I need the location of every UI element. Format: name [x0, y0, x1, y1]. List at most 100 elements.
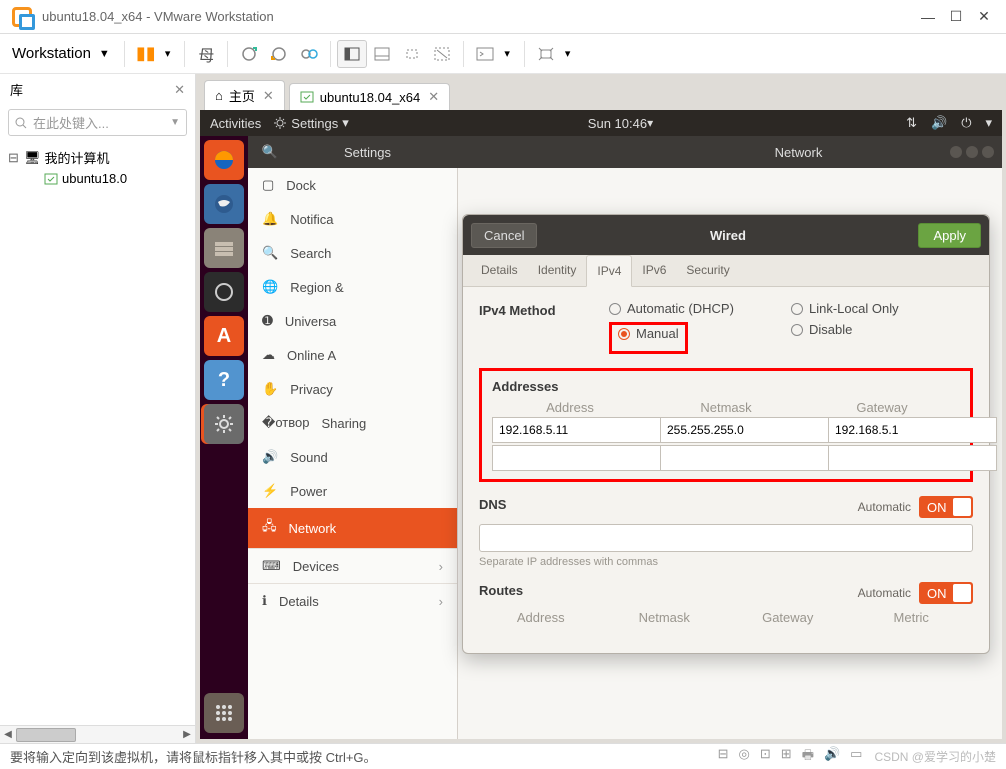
amazon-icon[interactable]: A [204, 316, 244, 356]
netmask-input[interactable] [661, 417, 829, 443]
info-icon: ℹ [262, 593, 267, 609]
apply-button[interactable]: Apply [918, 223, 981, 248]
activities-button[interactable]: Activities [210, 116, 261, 131]
stretch-button[interactable] [531, 40, 561, 68]
sidebar-item-universal[interactable]: ➊Universa [248, 304, 457, 338]
files-icon[interactable] [204, 228, 244, 268]
cancel-button[interactable]: Cancel [471, 223, 537, 248]
network-icon: 🖧 [262, 517, 277, 539]
sidebar-item-dock[interactable]: ▢Dock [248, 168, 457, 202]
netmask-input[interactable] [661, 445, 829, 471]
h-scrollbar[interactable]: ◀▶ [0, 725, 195, 743]
sidebar-item-sound[interactable]: 🔊Sound [248, 440, 457, 474]
sidebar-item-notifications[interactable]: 🔔Notifica [248, 202, 457, 236]
routes-section: Routes Automatic ON Address Netmask [479, 582, 973, 625]
sidebar-item-privacy[interactable]: ✋Privacy [248, 372, 457, 406]
sidebar-item-power[interactable]: ⚡Power [248, 474, 457, 508]
sidebar-item-details[interactable]: ℹDetails› [248, 583, 457, 618]
maximize-button[interactable]: ☐ [942, 8, 970, 25]
gnome-topbar: Activities Settings ▾ Sun 10:46 ▾ ⇅ 🔊 ⏻ … [200, 110, 1002, 136]
statusbar: 要将输入定向到该虚拟机，请将鼠标指针移入其中或按 Ctrl+G。 ⊟ ◎ ⊡ ⊞… [0, 743, 1006, 769]
dropdown-icon[interactable]: ▾ [165, 47, 171, 60]
tab-ipv6[interactable]: IPv6 [632, 255, 676, 286]
volume-tray-icon[interactable]: 🔊 [931, 115, 947, 131]
thunderbird-icon[interactable] [204, 184, 244, 224]
vmware-logo-icon [12, 7, 32, 27]
tab-vm[interactable]: ubuntu18.04_x64 ✕ [289, 83, 450, 110]
sidebar-item-search[interactable]: 🔍Search [248, 236, 457, 270]
tab-ipv4[interactable]: IPv4 [586, 255, 632, 287]
settings-launcher-icon[interactable] [204, 404, 244, 444]
console-button[interactable] [470, 40, 500, 68]
addresses-title: Addresses [492, 379, 960, 394]
search-button[interactable]: 🔍 [256, 144, 284, 160]
tab-security[interactable]: Security [676, 255, 739, 286]
view-thumb-button[interactable] [367, 40, 397, 68]
dns-section: DNS Automatic ON Separate IP addresses w… [479, 496, 973, 568]
dns-auto-toggle[interactable]: ON [919, 496, 973, 518]
sidebar-item-online[interactable]: ☁Online A [248, 338, 457, 372]
close-tab-icon[interactable]: ✕ [263, 88, 274, 104]
sidebar-item-region[interactable]: 🌐Region & [248, 270, 457, 304]
tab-details[interactable]: Details [471, 255, 528, 286]
radio-automatic[interactable]: Automatic (DHCP) [609, 301, 791, 316]
snapshot-button[interactable]: 母 [191, 40, 221, 68]
tree-root[interactable]: ⊟ 🖥 我的计算机 [4, 146, 191, 169]
routes-auto-label: Automatic [858, 586, 911, 600]
address-input[interactable] [492, 417, 661, 443]
close-button[interactable]: ✕ [970, 8, 998, 25]
hand-icon: ✋ [262, 381, 278, 397]
routes-auto-toggle[interactable]: ON [919, 582, 973, 604]
address-row-empty: ✕ [492, 445, 960, 471]
computer-icon: 🖥 [24, 150, 41, 166]
dropdown-icon[interactable]: ▼ [170, 117, 180, 128]
ipv4-method-label: IPv4 Method [479, 301, 609, 318]
dock: A ? [200, 136, 248, 739]
search-icon: 🔍 [262, 245, 278, 261]
sidebar-item-devices[interactable]: ⌨Devices› [248, 548, 457, 583]
window-min-icon[interactable] [950, 146, 962, 158]
gateway-input[interactable] [829, 445, 997, 471]
library-search[interactable]: 在此处键入... ▼ [8, 109, 187, 136]
dropdown-icon[interactable]: ▼ [99, 48, 110, 60]
radio-disable[interactable]: Disable [791, 322, 973, 337]
workstation-menu[interactable]: Workstation [8, 45, 95, 62]
close-tab-icon[interactable]: ✕ [428, 89, 439, 105]
radio-linklocal[interactable]: Link-Local Only [791, 301, 973, 316]
snap-manage-icon[interactable] [294, 40, 324, 68]
software-icon[interactable] [204, 272, 244, 312]
sidebar-item-sharing[interactable]: �отворSharing [248, 406, 457, 440]
address-input[interactable] [492, 445, 661, 471]
window-title: ubuntu18.04_x64 - VMware Workstation [42, 9, 274, 24]
pause-button[interactable]: ▮▮ [131, 40, 161, 68]
network-tray-icon[interactable]: ⇅ [906, 115, 917, 131]
dropdown-icon[interactable]: ▾ [565, 47, 571, 60]
window-close-icon[interactable] [982, 146, 994, 158]
power-tray-icon[interactable]: ⏻ [961, 115, 971, 131]
gateway-input[interactable] [829, 417, 997, 443]
tab-identity[interactable]: Identity [528, 255, 587, 286]
sidebar-item-network[interactable]: 🖧Network [248, 508, 457, 548]
app-menu[interactable]: Settings ▾ [273, 115, 349, 131]
clock[interactable]: Sun 10:46 [588, 116, 647, 131]
unity-button[interactable] [427, 40, 457, 68]
tray-arrow-icon[interactable]: ▾ [985, 115, 992, 131]
dropdown-icon[interactable]: ▾ [504, 47, 510, 60]
minimize-button[interactable]: — [914, 9, 942, 25]
window-max-icon[interactable] [966, 146, 978, 158]
snap-take-icon[interactable] [234, 40, 264, 68]
radio-manual[interactable]: Manual [618, 326, 679, 341]
snap-revert-icon[interactable] [264, 40, 294, 68]
help-icon[interactable]: ? [204, 360, 244, 400]
view-single-button[interactable] [337, 40, 367, 68]
firefox-icon[interactable] [204, 140, 244, 180]
search-icon [15, 117, 27, 129]
close-panel-button[interactable]: ✕ [174, 82, 185, 98]
dns-input[interactable] [479, 524, 973, 552]
fullscreen-button[interactable] [397, 40, 427, 68]
bell-icon: 🔔 [262, 211, 278, 227]
tab-home[interactable]: ⌂ 主页 ✕ [204, 80, 285, 110]
vm-display[interactable]: Activities Settings ▾ Sun 10:46 ▾ ⇅ 🔊 ⏻ … [200, 110, 1002, 739]
show-apps-icon[interactable] [204, 693, 244, 733]
tree-vm-item[interactable]: ubuntu18.0 [4, 169, 191, 188]
